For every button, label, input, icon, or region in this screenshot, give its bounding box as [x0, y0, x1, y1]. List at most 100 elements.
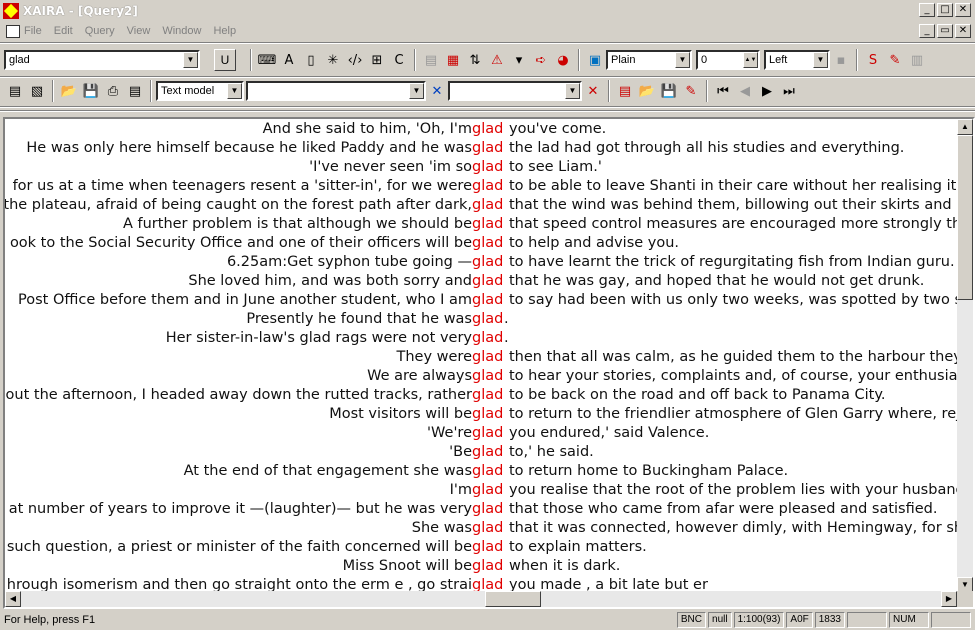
xaira-app-icon[interactable] — [3, 2, 19, 19]
scroll-right-icon[interactable]: ▶ — [941, 591, 957, 607]
keyword-hit[interactable]: glad — [472, 481, 503, 500]
edit-icon[interactable]: ✎ — [680, 80, 702, 102]
keyword-hit[interactable]: glad — [472, 253, 503, 272]
xml-query-icon[interactable]: ▯ — [300, 49, 322, 71]
style-select[interactable]: Plain ▼ — [606, 50, 692, 70]
thin-icon[interactable]: ⚠ — [486, 49, 508, 71]
u-button[interactable]: U — [214, 49, 236, 71]
concordance-line[interactable]: And she said to him, 'Oh, I'm glad you've … — [5, 120, 957, 139]
query-builder-icon[interactable]: ⌨ — [256, 49, 278, 71]
concordance-line[interactable]: 'We're glad you endured,' said Valence. — [5, 424, 957, 443]
child-minimize-button[interactable]: _ — [919, 24, 935, 38]
preview-icon[interactable]: ▤ — [124, 80, 146, 102]
save-icon[interactable]: 💾 — [80, 80, 102, 102]
folder-icon[interactable]: 📂 — [58, 80, 80, 102]
concordance-line[interactable]: the plateau, afraid of being caught on t… — [5, 196, 957, 215]
menu-edit[interactable]: Edit — [54, 25, 73, 37]
chevron-down-icon[interactable]: ▼ — [675, 52, 690, 68]
chevron-down-icon[interactable]: ▼ — [409, 83, 424, 99]
listing-icon[interactable]: ▦ — [442, 49, 464, 71]
qry-icon[interactable]: ▤ — [4, 80, 26, 102]
chevron-down-icon[interactable]: ▼ — [813, 52, 828, 68]
concordance-line[interactable]: Miss Snoot will be glad when it is dark. — [5, 557, 957, 576]
keyword-hit[interactable]: glad — [472, 386, 503, 405]
keyword-hit[interactable]: glad — [472, 424, 503, 443]
sort-icon[interactable]: ⇅ — [464, 49, 486, 71]
keyword-hit[interactable]: glad — [472, 443, 503, 462]
collocation-icon[interactable]: ◕ — [552, 49, 574, 71]
page-icon[interactable]: ▤ — [420, 49, 442, 71]
concordance-line[interactable]: for us at a time when teenagers resent a… — [5, 177, 957, 196]
concordance-line[interactable]: 'I've never seen 'im so glad to see Liam.' — [5, 158, 957, 177]
keyword-hit[interactable]: glad — [472, 177, 503, 196]
child-restore-button[interactable]: ▭ — [937, 24, 953, 38]
concordance-line[interactable]: ook to the Social Security Office and on… — [5, 234, 957, 253]
clear-filter2-icon[interactable]: ✕ — [582, 80, 604, 102]
pattern-icon[interactable]: ✳ — [322, 49, 344, 71]
concordance-line[interactable]: She was glad that it was connected, howeve… — [5, 519, 957, 538]
menu-window[interactable]: Window — [162, 25, 201, 37]
keyword-hit[interactable]: glad — [472, 500, 503, 519]
vertical-scrollbar[interactable]: ▲ ▼ — [957, 119, 973, 593]
concordance-line[interactable]: He was only here himself because he like… — [5, 139, 957, 158]
clear-filter1-icon[interactable]: ✕ — [426, 80, 448, 102]
query-combo[interactable]: glad ▼ — [4, 50, 200, 70]
keyword-hit[interactable]: glad — [472, 158, 503, 177]
filter1-select[interactable]: ▼ — [246, 81, 426, 101]
keyword-hit[interactable]: glad — [472, 462, 503, 481]
printer-icon[interactable]: ⎙ — [102, 80, 124, 102]
tree-icon[interactable]: ⊞ — [366, 49, 388, 71]
filter2-select[interactable]: ▼ — [448, 81, 582, 101]
menu-view[interactable]: View — [127, 25, 151, 37]
chevron-down-icon[interactable]: ▼ — [227, 83, 242, 99]
export-icon[interactable]: ➪ — [530, 49, 552, 71]
next-icon[interactable]: ▶ — [756, 80, 778, 102]
concordance-line[interactable]: hout the afternoon, I headed away down t… — [5, 386, 957, 405]
menu-file[interactable]: File — [24, 25, 42, 37]
scroll-left-icon[interactable]: ◀ — [5, 591, 21, 607]
keyword-hit[interactable]: glad — [472, 215, 503, 234]
concordance-view[interactable]: And she said to him, 'Oh, I'm glad you've … — [3, 117, 975, 609]
keyword-hit[interactable]: glad — [472, 196, 503, 215]
display-icon[interactable]: ▣ — [584, 49, 606, 71]
concordance-line[interactable]: A further problem is that although we sh… — [5, 215, 957, 234]
keyword-hit[interactable]: glad — [472, 310, 503, 329]
keyword-hit[interactable]: glad — [472, 329, 503, 348]
chevron-down-icon[interactable]: ▼ — [183, 52, 198, 68]
scroll-up-icon[interactable]: ▲ — [957, 119, 973, 135]
concordance-line[interactable]: Her sister-in-law's glad rags were not v… — [5, 329, 957, 348]
dropdown-arrow-icon[interactable]: ▾ — [508, 49, 530, 71]
open-icon[interactable]: ✎ — [884, 49, 906, 71]
keyword-hit[interactable]: glad — [472, 234, 503, 253]
concordance-line[interactable]: 6.25am:Get syphon tube going — glad to hav… — [5, 253, 957, 272]
keyword-hit[interactable]: glad — [472, 348, 503, 367]
size-stepper[interactable]: 0 ▲▼ — [696, 50, 760, 70]
prev-icon[interactable]: ◀ — [734, 80, 756, 102]
document-icon[interactable] — [6, 24, 20, 38]
concordance-line[interactable]: Most visitors will be glad to return to th… — [5, 405, 957, 424]
concordance-line[interactable]: such question, a priest or minister of t… — [5, 538, 957, 557]
child-close-button[interactable]: ✕ — [955, 24, 971, 38]
horizontal-scrollbar[interactable]: ◀ ▶ — [5, 591, 957, 607]
keyword-hit[interactable]: glad — [472, 120, 503, 139]
menu-query[interactable]: Query — [85, 25, 115, 37]
keyword-hit[interactable]: glad — [472, 519, 503, 538]
horizontal-scroll-thumb[interactable] — [485, 591, 541, 607]
keyword-hit[interactable]: glad — [472, 139, 503, 158]
concordance-line[interactable]: At the end of that engagement she was gla… — [5, 462, 957, 481]
keyword-hit[interactable]: glad — [472, 272, 503, 291]
chevron-down-icon[interactable]: ▼ — [565, 83, 580, 99]
concordance-line[interactable]: I'm glad you realise that the root of the … — [5, 481, 957, 500]
nb-icon[interactable]: ▧ — [26, 80, 48, 102]
print-icon[interactable]: ▥ — [906, 49, 928, 71]
open-folder-icon[interactable]: 📂 — [636, 80, 658, 102]
first-icon[interactable]: ⏮ — [712, 80, 734, 102]
doc-red-icon[interactable]: ▤ — [614, 80, 636, 102]
comment-icon[interactable]: ▪ — [830, 49, 852, 71]
cql-icon[interactable]: C — [388, 49, 410, 71]
settings-icon[interactable]: S — [862, 49, 884, 71]
align-select[interactable]: Left ▼ — [764, 50, 830, 70]
keyword-hit[interactable]: glad — [472, 367, 503, 386]
vertical-scroll-thumb[interactable] — [957, 135, 973, 300]
save-red-icon[interactable]: 💾 — [658, 80, 680, 102]
